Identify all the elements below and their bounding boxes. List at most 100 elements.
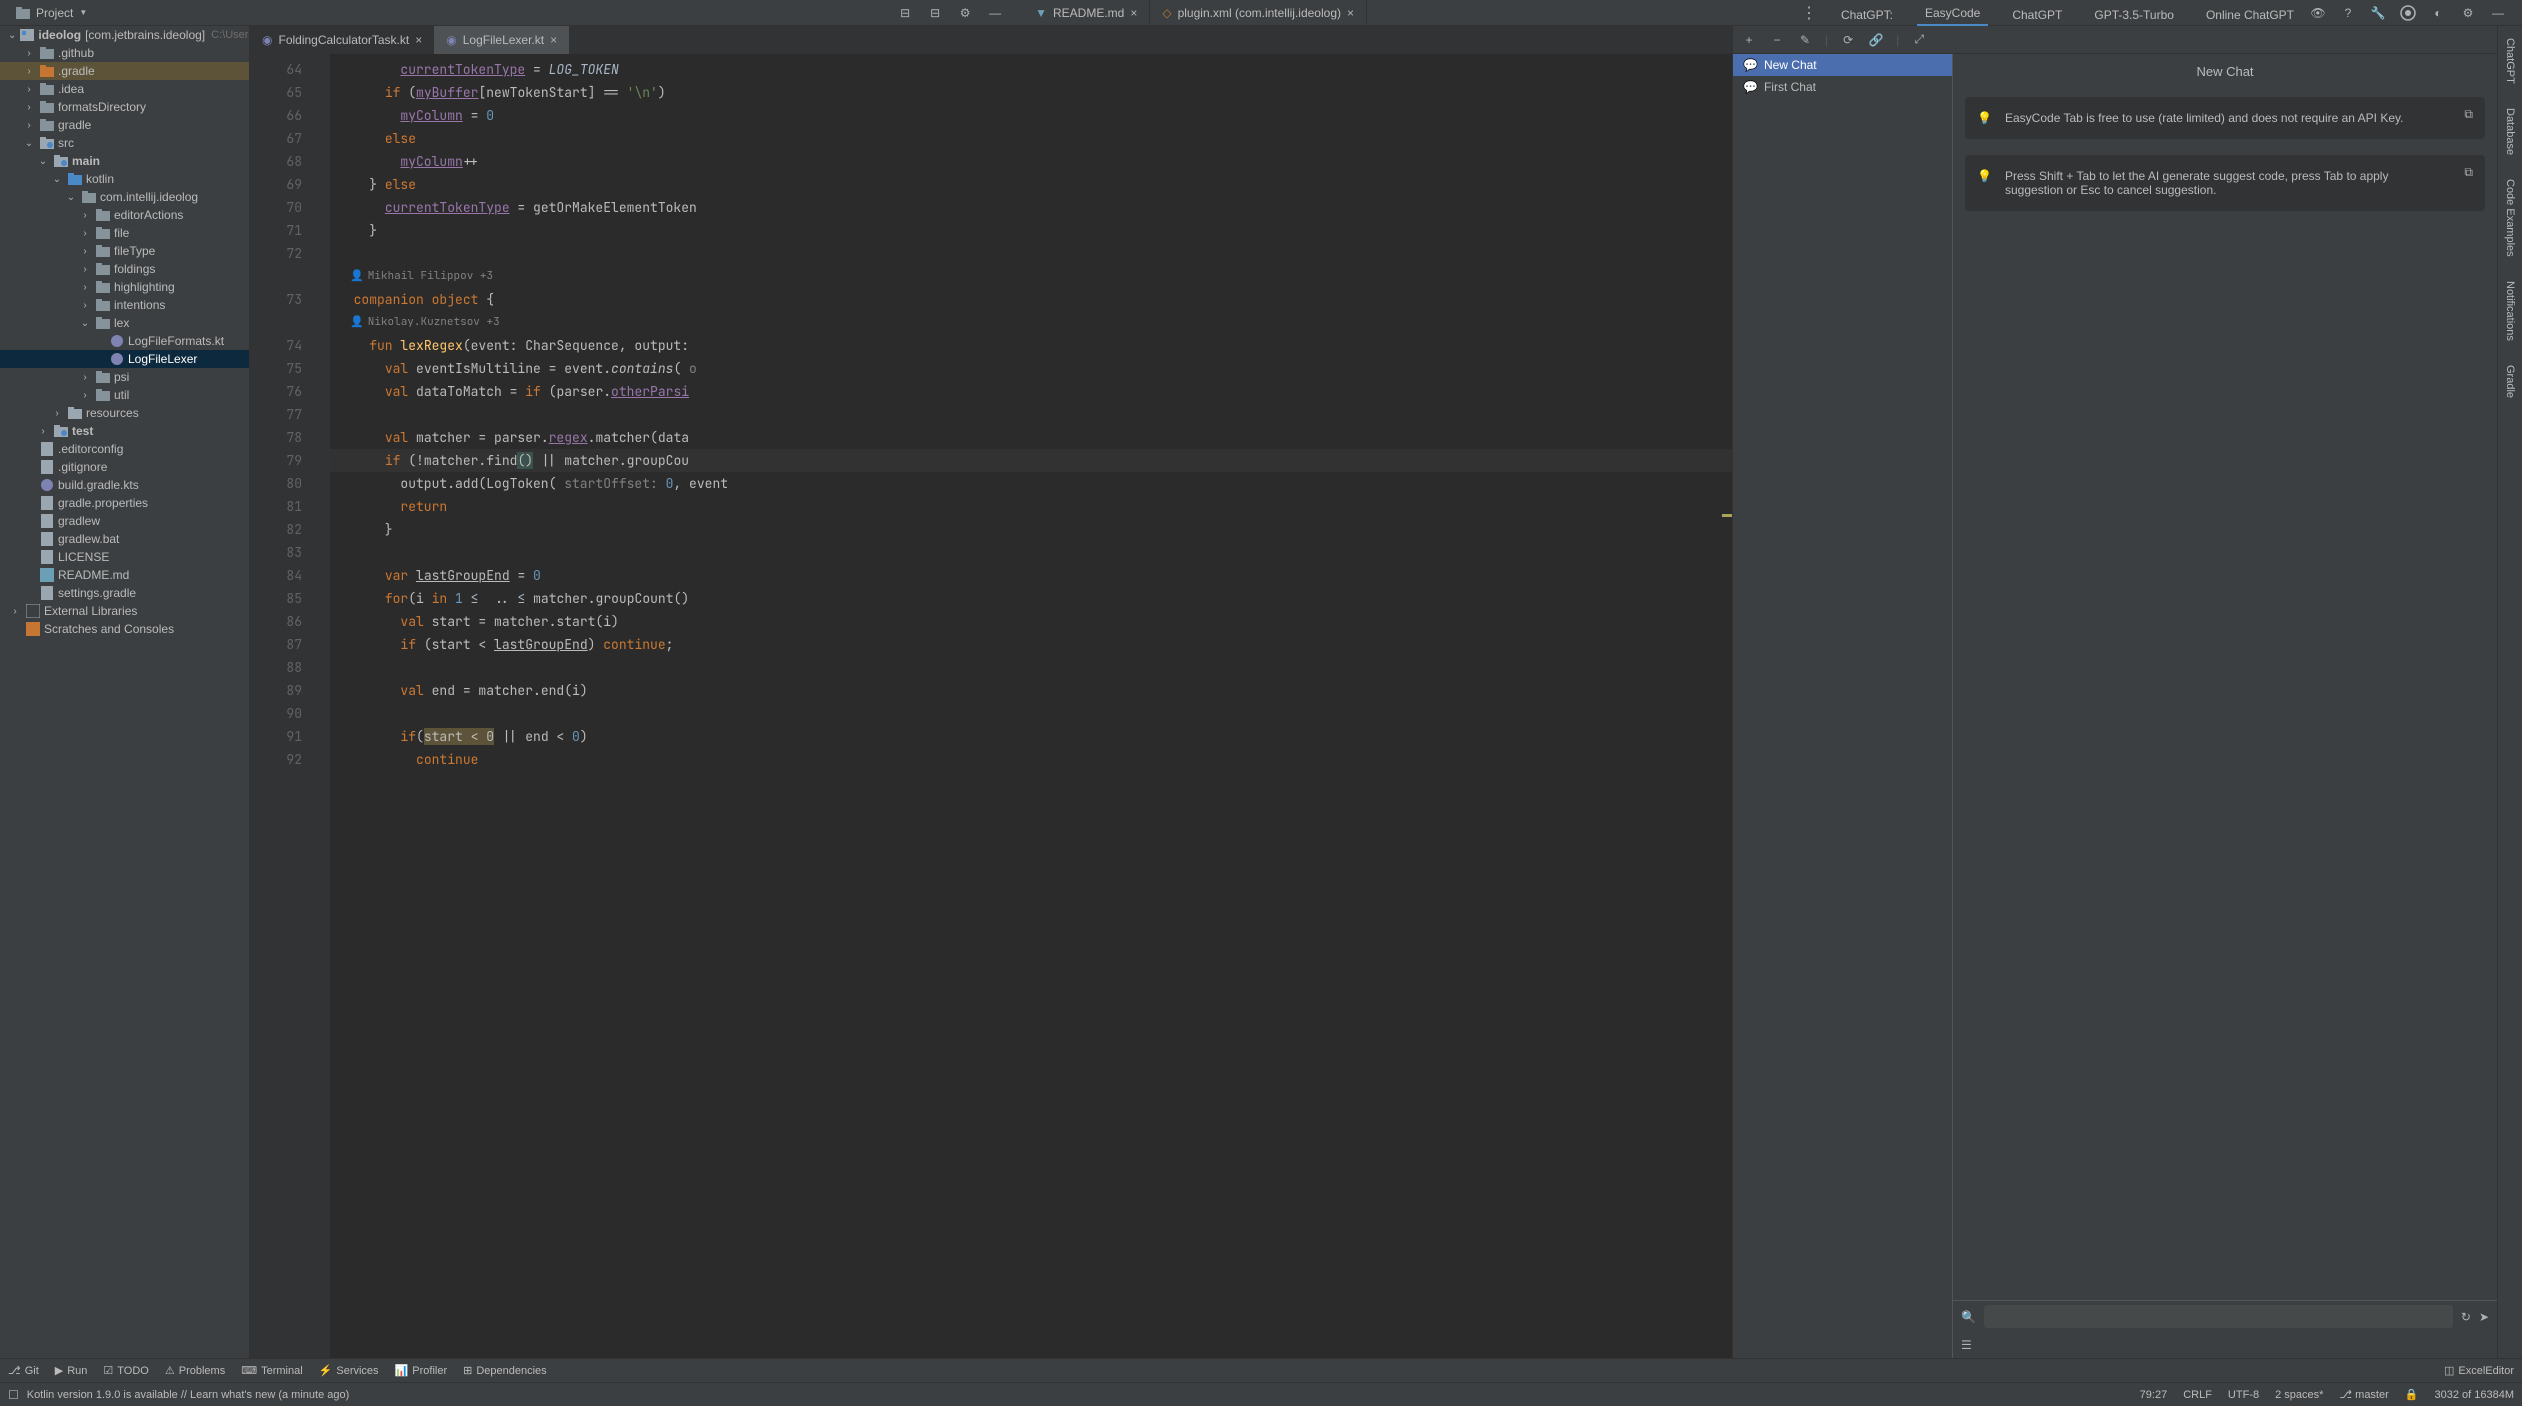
tree-item[interactable]: ›highlighting bbox=[0, 278, 249, 296]
fold-gutter[interactable] bbox=[310, 54, 330, 1358]
wrench-icon[interactable]: 🔧 bbox=[2370, 5, 2386, 21]
line-number[interactable]: 87 bbox=[250, 633, 302, 656]
code-line[interactable]: for(i in 1 ≤ .. ≤ matcher.groupCount() bbox=[330, 587, 1732, 610]
tree-expand-icon[interactable]: › bbox=[22, 120, 36, 131]
tree-expand-icon[interactable]: › bbox=[50, 408, 64, 419]
code-line[interactable]: currentTokenType = getOrMakeElementToken bbox=[330, 196, 1732, 219]
tree-expand-icon[interactable]: ⌄ bbox=[78, 318, 92, 329]
chat-tab-chatgpt[interactable]: ChatGPT bbox=[2004, 4, 2070, 26]
tree-expand-icon[interactable]: ⌄ bbox=[22, 138, 36, 149]
code-line[interactable]: if (myBuffer[newTokenStart] == '\n') bbox=[330, 81, 1732, 104]
tree-expand-icon[interactable]: ⌄ bbox=[50, 174, 64, 185]
code-line[interactable]: else bbox=[330, 127, 1732, 150]
code-line[interactable]: if (!matcher.find() || matcher.groupCou bbox=[330, 449, 1732, 472]
line-number[interactable]: 82 bbox=[250, 518, 302, 541]
line-number[interactable]: 80 bbox=[250, 472, 302, 495]
code-line[interactable]: val end = matcher.end(i) bbox=[330, 679, 1732, 702]
close-icon[interactable]: × bbox=[1347, 6, 1354, 20]
tree-item[interactable]: ›editorActions bbox=[0, 206, 249, 224]
code-line[interactable]: currentTokenType = LOG_TOKEN bbox=[330, 58, 1732, 81]
update-icon[interactable]: ◐ bbox=[2430, 5, 2446, 21]
hide-icon[interactable]: — bbox=[2490, 5, 2506, 21]
hide-icon[interactable]: — bbox=[987, 5, 1003, 21]
line-number[interactable]: 75 bbox=[250, 357, 302, 380]
tree-expand-icon[interactable]: › bbox=[78, 372, 92, 383]
tool-todo[interactable]: ☑ TODO bbox=[103, 1364, 148, 1377]
sidebar-code-examples[interactable]: Code Examples bbox=[2502, 175, 2518, 261]
line-number[interactable]: 69 bbox=[250, 173, 302, 196]
line-number[interactable]: 72 bbox=[250, 242, 302, 265]
line-number[interactable]: 91 bbox=[250, 725, 302, 748]
code-line[interactable]: myColumn++ bbox=[330, 150, 1732, 173]
tree-item[interactable]: ›.github bbox=[0, 44, 249, 62]
status-branch[interactable]: ⎇ master bbox=[2339, 1388, 2388, 1401]
tree-expand-icon[interactable]: › bbox=[22, 48, 36, 59]
search-icon[interactable]: 🔍 bbox=[1961, 1310, 1976, 1324]
overview-ruler[interactable] bbox=[1722, 54, 1732, 1358]
tree-item[interactable]: build.gradle.kts bbox=[0, 476, 249, 494]
code-line[interactable] bbox=[330, 403, 1732, 426]
github-icon[interactable] bbox=[2400, 5, 2416, 21]
sidebar-gradle[interactable]: Gradle bbox=[2502, 361, 2518, 402]
tree-expand-icon[interactable]: › bbox=[22, 84, 36, 95]
code-line[interactable] bbox=[330, 702, 1732, 725]
send-icon[interactable]: ➤ bbox=[2479, 1310, 2489, 1324]
tree-expand-icon[interactable]: ⌄ bbox=[36, 156, 50, 167]
line-number[interactable]: 79 bbox=[250, 449, 302, 472]
tree-item[interactable]: ›test bbox=[0, 422, 249, 440]
tree-expand-icon[interactable]: › bbox=[78, 246, 92, 257]
code-line[interactable]: myColumn = 0 bbox=[330, 104, 1732, 127]
code-line[interactable]: val start = matcher.start(i) bbox=[330, 610, 1732, 633]
project-tree[interactable]: ⌄ ideolog [com.jetbrains.ideolog] C:\Use… bbox=[0, 26, 250, 1358]
tool-git[interactable]: ⎇ Git bbox=[8, 1364, 39, 1377]
code-line[interactable]: if (start < lastGroupEnd) continue; bbox=[330, 633, 1732, 656]
tree-expand-icon[interactable]: › bbox=[78, 300, 92, 311]
line-number[interactable]: 64 bbox=[250, 58, 302, 81]
edit-icon[interactable]: ✎ bbox=[1797, 32, 1813, 48]
tree-item[interactable]: .gitignore bbox=[0, 458, 249, 476]
tree-item[interactable]: ⌄src bbox=[0, 134, 249, 152]
tree-item[interactable]: gradlew bbox=[0, 512, 249, 530]
line-number[interactable]: 92 bbox=[250, 748, 302, 771]
status-memory[interactable]: 3032 of 16384M bbox=[2434, 1389, 2514, 1401]
status-icon[interactable]: ☐ bbox=[8, 1388, 19, 1402]
code-line[interactable] bbox=[330, 242, 1732, 265]
editor-tab-readme[interactable]: ▼ README.md × bbox=[1023, 0, 1150, 27]
tree-item[interactable]: ›formatsDirectory bbox=[0, 98, 249, 116]
tree-expand-icon[interactable]: › bbox=[8, 606, 22, 617]
tree-item[interactable]: ›psi bbox=[0, 368, 249, 386]
tree-expand-icon[interactable]: › bbox=[22, 66, 36, 77]
code-line[interactable] bbox=[330, 541, 1732, 564]
tree-expand-icon[interactable]: › bbox=[22, 102, 36, 113]
chat-tab-gpt35[interactable]: GPT-3.5-Turbo bbox=[2086, 4, 2182, 26]
help-icon[interactable]: ? bbox=[2340, 5, 2356, 21]
tree-item[interactable]: ›intentions bbox=[0, 296, 249, 314]
line-number[interactable]: 68 bbox=[250, 150, 302, 173]
editor-tab-plugin-xml[interactable]: ◇ plugin.xml (com.intellij.ideolog) × bbox=[1150, 0, 1367, 27]
status-encoding[interactable]: UTF-8 bbox=[2228, 1389, 2259, 1401]
tree-expand-icon[interactable]: › bbox=[78, 390, 92, 401]
line-number[interactable]: 85 bbox=[250, 587, 302, 610]
tool-profiler[interactable]: 📊 Profiler bbox=[395, 1364, 448, 1377]
code-line[interactable]: fun lexRegex(event: CharSequence, output… bbox=[330, 334, 1732, 357]
code-line[interactable]: } bbox=[330, 219, 1732, 242]
copy-icon[interactable]: ⧉ bbox=[2464, 107, 2473, 122]
expand-icon[interactable]: ⤢ bbox=[1911, 32, 1927, 48]
code-line[interactable]: var lastGroupEnd = 0 bbox=[330, 564, 1732, 587]
status-line-sep[interactable]: CRLF bbox=[2183, 1389, 2212, 1401]
tree-item[interactable]: ›External Libraries bbox=[0, 602, 249, 620]
stack-icon[interactable]: ☰ bbox=[1961, 1338, 1972, 1352]
code-line[interactable]: continue bbox=[330, 748, 1732, 771]
chat-sidebar-item-first[interactable]: 💬 First Chat bbox=[1733, 76, 1952, 98]
tree-item[interactable]: README.md bbox=[0, 566, 249, 584]
line-number[interactable]: 84 bbox=[250, 564, 302, 587]
status-indent[interactable]: 2 spaces* bbox=[2275, 1389, 2323, 1401]
line-number[interactable]: 70 bbox=[250, 196, 302, 219]
close-icon[interactable]: × bbox=[1130, 6, 1137, 20]
tree-item[interactable]: gradlew.bat bbox=[0, 530, 249, 548]
line-number[interactable]: 81 bbox=[250, 495, 302, 518]
line-number[interactable]: 71 bbox=[250, 219, 302, 242]
close-icon[interactable]: × bbox=[415, 33, 422, 47]
tree-item[interactable]: LICENSE bbox=[0, 548, 249, 566]
line-number[interactable]: 90 bbox=[250, 702, 302, 725]
